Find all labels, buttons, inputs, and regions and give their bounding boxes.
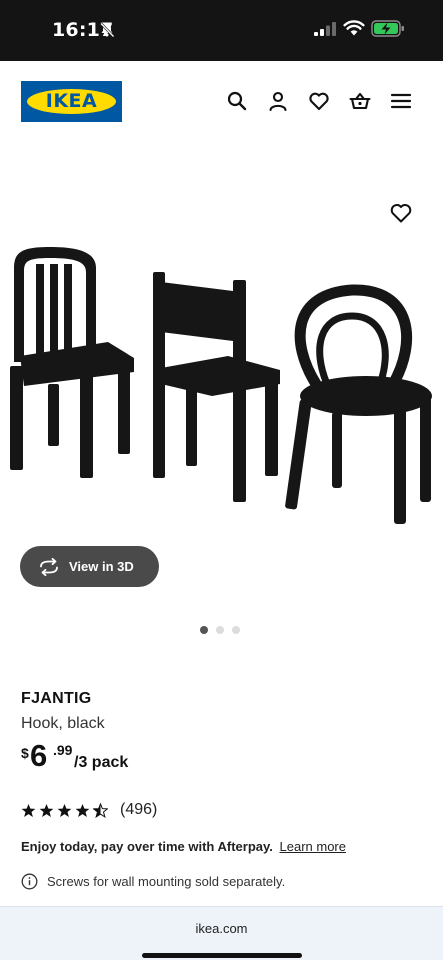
product-price: $ 6 .99 /3 pack <box>21 740 431 778</box>
logo-text: IKEA <box>45 90 98 112</box>
half-star-icon <box>93 802 108 818</box>
signal-icon <box>314 22 336 36</box>
star-icon <box>21 803 36 817</box>
account-icon[interactable] <box>267 90 289 112</box>
browser-address-bar[interactable]: ikea.com <box>0 906 443 960</box>
ikea-logo[interactable]: IKEA <box>21 81 122 122</box>
wifi-icon <box>343 20 365 36</box>
menu-icon[interactable] <box>390 90 412 112</box>
mounting-note: Screws for wall mounting sold separately… <box>21 873 285 890</box>
review-count[interactable]: (496) <box>120 801 157 819</box>
product-gallery[interactable]: View in 3D <box>0 160 443 634</box>
product-info: FJANTIG Hook, black $ 6 .99 /3 pack <box>21 690 431 778</box>
url-text[interactable]: ikea.com <box>0 921 443 936</box>
gallery-dot[interactable] <box>232 626 240 634</box>
afterpay-text: Enjoy today, pay over time with Afterpay… <box>21 839 273 854</box>
rotate-3d-icon <box>40 557 58 576</box>
site-header: IKEA <box>0 61 443 141</box>
favourites-icon[interactable] <box>308 90 330 112</box>
gallery-dot[interactable] <box>200 626 208 634</box>
battery-charging-icon <box>371 20 404 37</box>
view-in-3d-label: View in 3D <box>69 559 134 574</box>
product-image[interactable] <box>0 246 443 546</box>
product-name: FJANTIG <box>21 690 92 707</box>
home-indicator[interactable] <box>142 953 302 958</box>
search-icon[interactable] <box>226 90 248 112</box>
product-description: Hook, black <box>21 715 105 732</box>
star-icon <box>39 803 54 817</box>
info-icon <box>21 873 38 890</box>
price-whole: 6 <box>30 738 48 773</box>
logo-oval: IKEA <box>27 89 116 114</box>
afterpay-learn-more-link[interactable]: Learn more <box>280 839 346 854</box>
basket-icon[interactable] <box>349 90 371 112</box>
star-icon <box>57 803 72 817</box>
gallery-pagination <box>200 626 240 634</box>
view-in-3d-button[interactable]: View in 3D <box>20 546 159 587</box>
bell-off-icon <box>100 22 115 38</box>
rating-stars <box>21 802 108 818</box>
price-currency: $ <box>21 745 29 761</box>
product-rating[interactable]: (496) <box>21 801 157 819</box>
add-to-favourites-icon[interactable] <box>389 201 413 225</box>
star-icon <box>75 803 90 817</box>
status-bar: 16:17 <box>0 0 443 61</box>
mounting-note-text: Screws for wall mounting sold separately… <box>47 874 286 889</box>
afterpay-message: Enjoy today, pay over time with Afterpay… <box>21 839 346 854</box>
price-unit: /3 pack <box>74 754 129 771</box>
gallery-dot[interactable] <box>216 626 224 634</box>
price-decimal: .99 <box>53 742 73 758</box>
